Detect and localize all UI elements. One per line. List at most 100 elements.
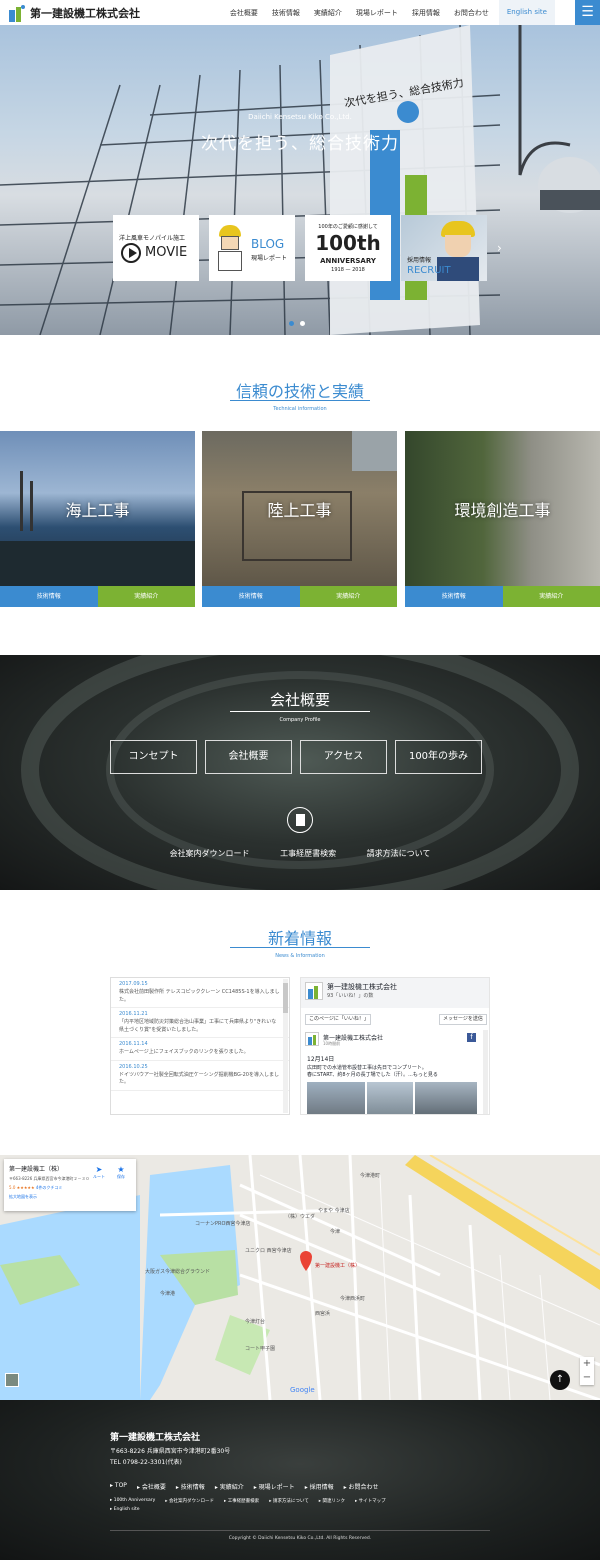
fb-post-date: 12月14日: [307, 1056, 335, 1063]
fb-message-button[interactable]: メッセージを送信: [439, 1014, 487, 1025]
news-scrollbar[interactable]: [283, 979, 288, 1113]
news-section-divider: [230, 947, 370, 948]
map-label: 今津: [330, 1228, 340, 1235]
footer-link-history-search[interactable]: ▸ 工事経歴書検索: [224, 1498, 259, 1504]
company-section-divider: [230, 711, 370, 712]
save-star-icon: ★: [117, 1165, 125, 1174]
nav-item-contact[interactable]: お問合わせ: [454, 8, 489, 18]
hero-card-anniv-main: 100th: [315, 231, 381, 255]
map-label: 今津灯台: [245, 1318, 265, 1325]
fb-scrollbar[interactable]: [483, 1030, 488, 1114]
footer-link-report[interactable]: ▸ 現場レポート: [254, 1482, 295, 1491]
map-label: コート甲子園: [245, 1345, 275, 1352]
slider-next-icon[interactable]: ›: [497, 241, 502, 255]
footer-link-recruit[interactable]: ▸ 採用情報: [305, 1482, 334, 1491]
marine-tech-info-button[interactable]: 技術情報: [0, 586, 98, 607]
map-label: コーナンPRO西宮今津店: [195, 1220, 250, 1227]
news-item[interactable]: 2016.10.25 ドイツバウアー社製全回転式油圧ケーシング掘削機BG-20を…: [111, 1061, 289, 1091]
construction-history-link[interactable]: 工事経歴書検索: [280, 849, 336, 858]
map-enlarge-link[interactable]: 拡大地図を表示: [9, 1194, 131, 1200]
footer-link-tech[interactable]: ▸ 技術情報: [176, 1482, 205, 1491]
fb-post-photo[interactable]: [367, 1082, 413, 1114]
hero-card-movie[interactable]: 洋上風車モノパイル施工 MOVIE: [113, 215, 199, 281]
map-save-button[interactable]: ★ 保存: [114, 1165, 128, 1180]
recruit-person-face: [445, 235, 471, 257]
footer-link-company[interactable]: ▸ 会社概要: [137, 1482, 166, 1491]
access-button[interactable]: アクセス: [300, 740, 387, 774]
map-place-card: 第一建設機工（株） 〒663-8226 兵庫県西宮市今津港町２－３０ 5.0 ★…: [4, 1159, 136, 1211]
hero-card-anniv-years: 1918 — 2018: [331, 267, 365, 273]
fb-page-name[interactable]: 第一建設機工株式会社: [327, 982, 397, 992]
billing-method-link[interactable]: 請求方法について: [367, 849, 431, 858]
footer-link-brochure[interactable]: ▸ 会社案内ダウンロード: [165, 1498, 214, 1504]
footer-tel: TEL 0798-22-3301(代表): [110, 1459, 182, 1466]
company-profile-button[interactable]: 会社概要: [205, 740, 292, 774]
map-satellite-toggle[interactable]: [5, 1373, 19, 1387]
tech-card-marine[interactable]: 海上工事 技術情報 実績紹介: [0, 431, 195, 607]
tech-card-environment-label: 環境創造工事: [454, 501, 551, 520]
land-results-button[interactable]: 実績紹介: [299, 586, 397, 607]
news-item[interactable]: 2016.11.14 ホームページ上にフェイスブックのリンクを張りました。: [111, 1038, 289, 1061]
brochure-download-link[interactable]: 会社案内ダウンロード: [170, 849, 250, 858]
footer-link-results[interactable]: ▸ 実績紹介: [215, 1482, 244, 1491]
fb-post-photo[interactable]: [307, 1082, 365, 1114]
map-route-button[interactable]: ➤ ルート: [92, 1165, 106, 1180]
news-item[interactable]: 2016.11.21 「内平地区地域防災対策総合治山事業」工事にて兵庫県より"き…: [111, 1008, 289, 1038]
fb-post-photo[interactable]: [415, 1082, 477, 1114]
nav-item-english[interactable]: English site: [498, 0, 555, 25]
nav-item-results[interactable]: 実績紹介: [314, 8, 342, 18]
map-label: やまや 今津店: [318, 1207, 350, 1214]
logo-icon: [8, 4, 26, 22]
footer-link-billing[interactable]: ▸ 請求方法について: [269, 1498, 309, 1504]
slider-dots: [289, 321, 311, 326]
logo-text: 第一建設機工株式会社: [30, 6, 140, 20]
news-date: 2017.09.15: [119, 981, 148, 987]
tech-section-title: 信頼の技術と実績: [235, 382, 364, 401]
scroll-to-top-icon[interactable]: ↑: [550, 1370, 570, 1390]
map-reviews-link[interactable]: 4件のクチコミ: [36, 1185, 63, 1190]
footer-link-sitemap[interactable]: ▸ サイトマップ: [355, 1498, 386, 1504]
footer-link-contact[interactable]: ▸ お問合わせ: [344, 1482, 379, 1491]
zoom-out-button[interactable]: −: [580, 1371, 594, 1385]
map-label: 西宮浜: [315, 1310, 330, 1317]
slider-dot-active[interactable]: [289, 321, 294, 326]
zoom-in-button[interactable]: +: [580, 1357, 594, 1371]
document-icon: [287, 807, 313, 833]
fb-like-count: 93「いいね！」の数: [327, 993, 374, 999]
history-button[interactable]: 100年の歩み: [395, 740, 482, 774]
footer-link-related[interactable]: ▸ 関連リンク: [319, 1498, 345, 1504]
land-tech-info-button[interactable]: 技術情報: [202, 586, 300, 607]
news-item[interactable]: 2017.09.15 株式会社前田製作所 テレスコピッククレーン CC1485S…: [111, 978, 289, 1008]
hero-card-movie-caption: 洋上風車モノパイル施工: [119, 235, 186, 242]
hero-card-recruit[interactable]: 採用情報 RECRUIT: [401, 215, 487, 281]
hero-slider: 次代を担う、総合技術力 Daiichi Kensetsu Kiko Co.,Lt…: [0, 25, 600, 335]
footer-company-name: 第一建設機工株式会社: [110, 1433, 201, 1443]
concept-button[interactable]: コンセプト: [110, 740, 197, 774]
news-list[interactable]: 2017.09.15 株式会社前田製作所 テレスコピッククレーン CC1485S…: [110, 977, 290, 1115]
environment-tech-info-button[interactable]: 技術情報: [405, 586, 503, 607]
nav-item-report[interactable]: 現場レポート: [356, 8, 398, 18]
news-text: 「内平地区地域防災対策総合治山事業」工事にて兵庫県より"きれいな県土づくり賞"を…: [119, 1019, 277, 1033]
environment-results-button[interactable]: 実績紹介: [502, 586, 600, 607]
nav-item-company[interactable]: 会社概要: [230, 8, 258, 18]
fb-page-avatar: [305, 982, 323, 1000]
footer-link-english[interactable]: ▸ English site: [110, 1507, 140, 1512]
hero-card-anniversary[interactable]: 100年のご愛顧に感謝して 100th ANNIVERSARY 1918 — 2…: [305, 215, 391, 281]
slider-dot[interactable]: [300, 321, 305, 326]
tech-card-marine-label: 海上工事: [65, 501, 130, 520]
footer-link-100th[interactable]: ▸ 100th Anniversary: [110, 1498, 155, 1504]
fb-like-button[interactable]: このページに「いいね！」: [305, 1014, 371, 1025]
hero-card-blog[interactable]: BLOG 現場レポート: [209, 215, 295, 281]
menu-icon[interactable]: ☰: [575, 0, 600, 25]
tech-card-environment[interactable]: 環境創造工事 技術情報 実績紹介: [405, 431, 600, 607]
nav-item-tech[interactable]: 技術情報: [272, 8, 300, 18]
nav-item-recruit[interactable]: 採用情報: [412, 8, 440, 18]
google-map[interactable]: 今津港町 今津 西宮浜 コーナンPRO西宮今津店 ユニクロ 西宮今津店 やまや …: [0, 1155, 600, 1400]
facebook-icon[interactable]: f: [467, 1033, 476, 1042]
footer-link-top[interactable]: ▸ TOP: [110, 1482, 127, 1491]
marine-results-button[interactable]: 実績紹介: [97, 586, 195, 607]
footer-address: 〒663-8226 兵庫県西宮市今津港町2番30号: [110, 1448, 231, 1455]
map-stars: ★★★★★: [16, 1185, 35, 1190]
logo[interactable]: 第一建設機工株式会社: [8, 4, 140, 22]
tech-card-land[interactable]: 陸上工事 技術情報 実績紹介: [202, 431, 397, 607]
